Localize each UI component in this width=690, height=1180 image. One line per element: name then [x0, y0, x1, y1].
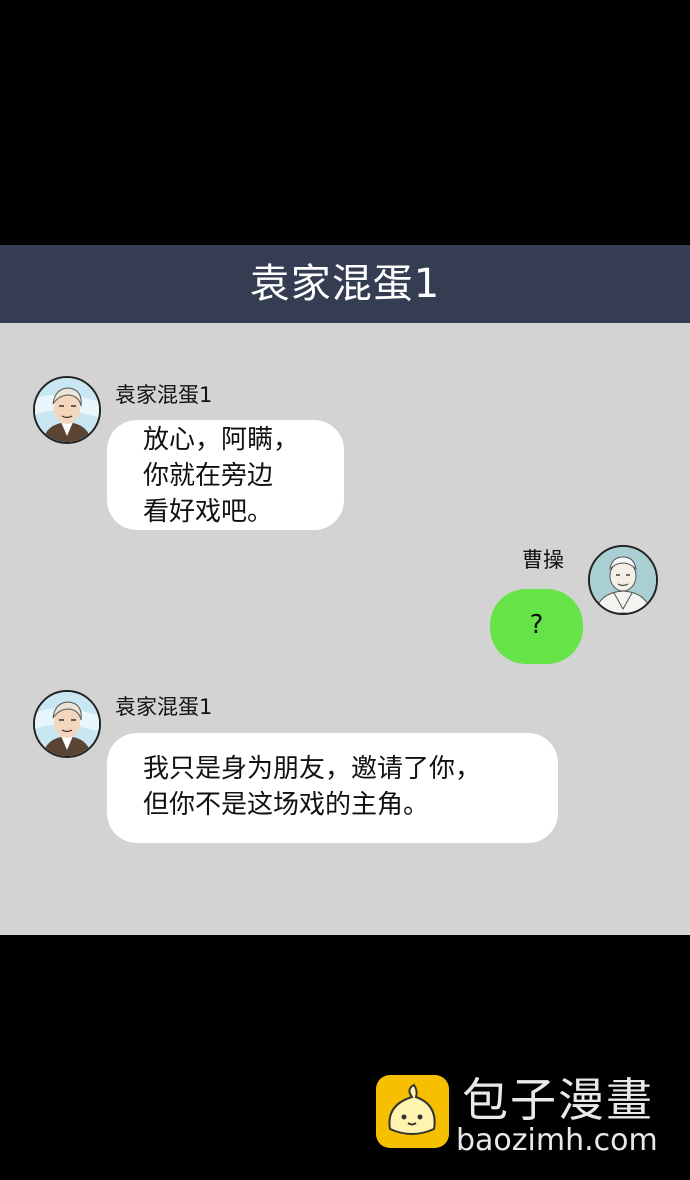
message-text: 放心，阿瞒， — [143, 425, 300, 455]
man-portrait-avatar-icon[interactable] — [33, 376, 101, 444]
site-watermark: 包子漫畫 baozimh.com — [376, 1073, 676, 1158]
message-bubble[interactable]: 放心，阿瞒， 你就在旁边 看好戏吧。 — [107, 420, 344, 530]
watermark-domain: baozimh.com — [456, 1123, 658, 1158]
message-bubble[interactable]: 我只是身为朋友，邀请了你， 但你不是这场戏的主角。 — [107, 733, 558, 843]
chat-header: 袁家混蛋1 — [0, 245, 690, 323]
chat-body[interactable]: 袁家混蛋1 放心，阿瞒， 你就在旁边 看好戏吧。 曹操 ? 袁家混蛋1 我只是身… — [0, 323, 690, 935]
steamed-bun-logo-icon — [376, 1075, 449, 1148]
message-bubble[interactable]: ? — [490, 589, 583, 664]
message-text: 我只是身为朋友，邀请了你， — [143, 754, 482, 784]
message-text: 但你不是这场戏的主角。 — [143, 790, 430, 820]
sender-name: 袁家混蛋1 — [115, 383, 213, 407]
message-text: 看好戏吧。 — [143, 497, 274, 527]
watermark-name: 包子漫畫 — [462, 1073, 654, 1127]
sender-name: 曹操 — [522, 548, 564, 572]
old-man-portrait-avatar-icon[interactable] — [588, 545, 658, 615]
chat-title: 袁家混蛋1 — [249, 261, 441, 307]
message-text: 你就在旁边 — [143, 461, 274, 491]
message-text: ? — [529, 610, 544, 640]
man-portrait-avatar-icon[interactable] — [33, 690, 101, 758]
sender-name: 袁家混蛋1 — [115, 695, 213, 719]
